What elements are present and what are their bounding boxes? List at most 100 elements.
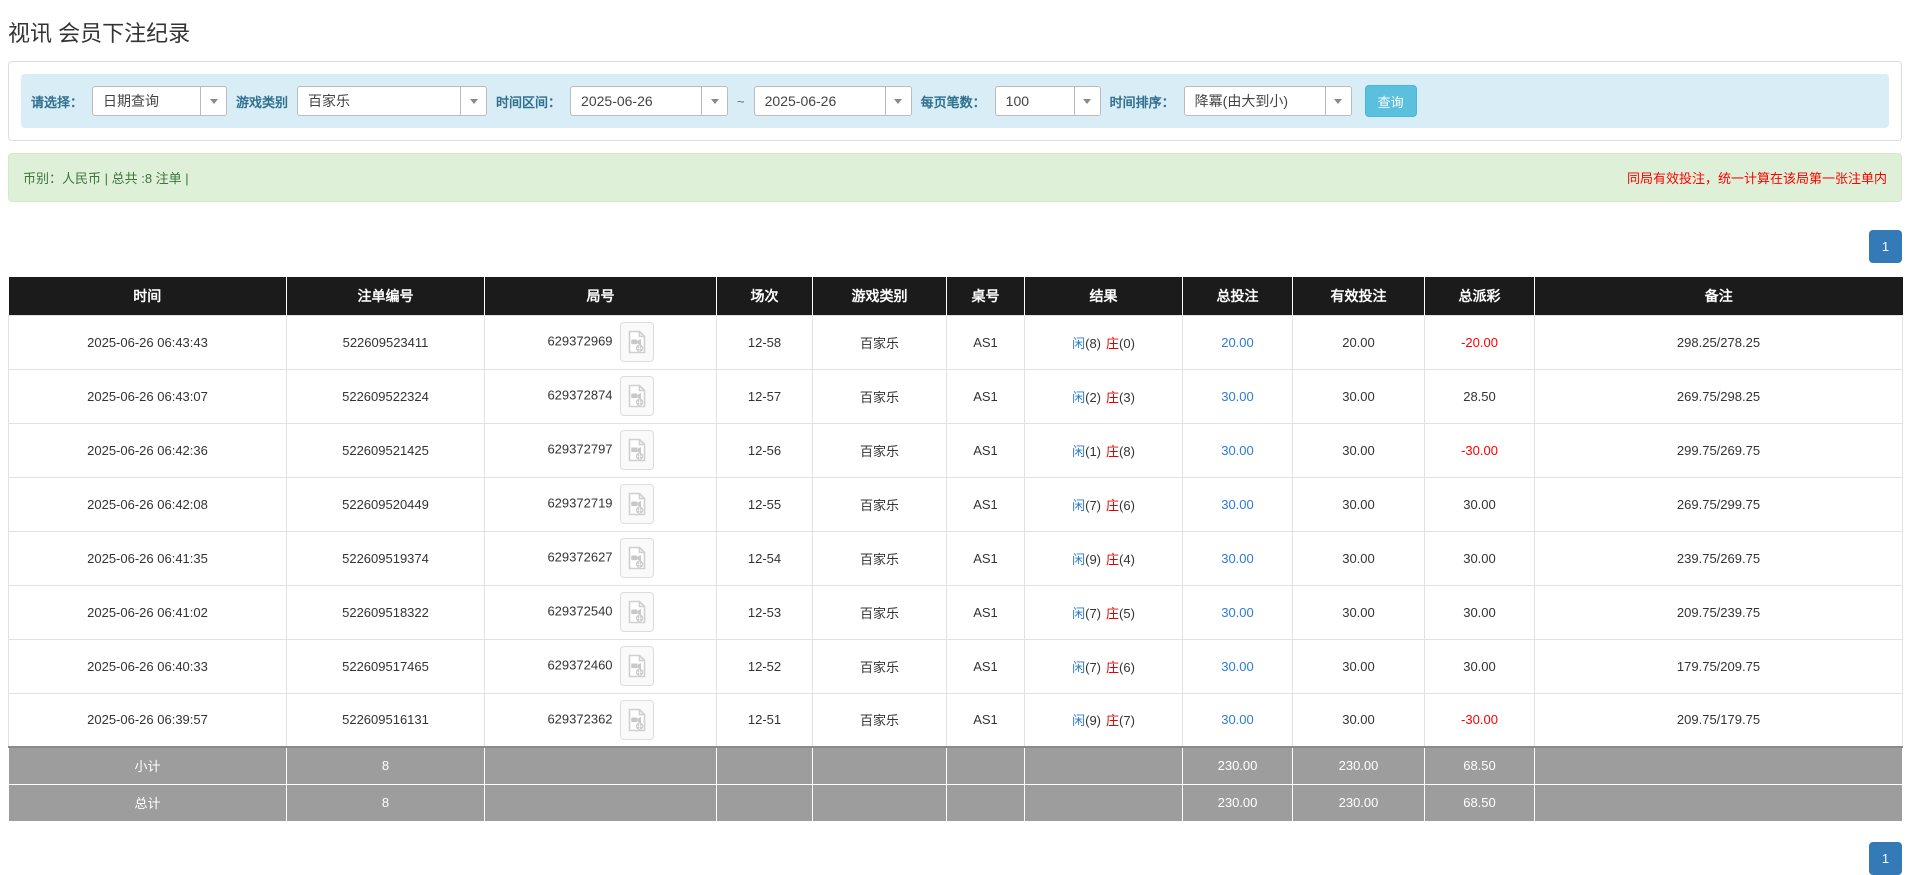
cell-round-id: 629372627: [484, 530, 717, 586]
time-sort-label: 时间排序：: [1109, 94, 1175, 110]
time-sort-select[interactable]: 降冪(由大到小): [1183, 86, 1352, 116]
cell-round-id: 629372797: [484, 422, 717, 478]
time-range-label: 时间区间：: [496, 94, 562, 110]
subtotal-valid-bet: 230.00: [1292, 746, 1425, 785]
cell-session: 12-53: [716, 584, 813, 640]
video-replay-button[interactable]: [619, 538, 654, 578]
round-id: 629372460: [547, 657, 613, 673]
pagination-top: 1: [8, 230, 1902, 263]
result-banker-label: 庄: [1106, 605, 1120, 621]
cell-payout: 30.00: [1424, 476, 1535, 532]
cell-valid-bet: 30.00: [1292, 422, 1425, 478]
total-bet-link[interactable]: 30.00: [1221, 497, 1254, 512]
cell-bet-id: 522609521425: [286, 422, 485, 478]
page: 视讯 会员下注纪录 请选择： 日期查询 游戏类别 百家乐 时间区间： 2025-…: [0, 16, 1910, 875]
cell-session: 12-54: [716, 530, 813, 586]
round-id: 629372719: [547, 495, 613, 511]
pagination-bottom: 1: [8, 841, 1902, 875]
chevron-down-icon[interactable]: [701, 87, 728, 115]
subtotal-count: 8: [286, 746, 485, 785]
filter-panel: 请选择： 日期查询 游戏类别 百家乐 时间区间： 2025-06-26 ~ 20…: [8, 61, 1902, 141]
result-banker-score: (0): [1119, 335, 1135, 351]
video-replay-button[interactable]: [619, 322, 654, 362]
cell-total-bet: 20.00: [1182, 314, 1293, 370]
cell-total-bet: 30.00: [1182, 530, 1293, 586]
video-replay-button[interactable]: [619, 699, 654, 740]
grand-total-payout: 68.50: [1424, 783, 1535, 822]
total-bet-link[interactable]: 30.00: [1221, 443, 1254, 458]
cell-time: 2025-06-26 06:41:02: [8, 584, 287, 640]
cell-result: 闲(2) 庄(3): [1024, 368, 1183, 424]
result-player-score: (9): [1085, 551, 1101, 567]
total-bet-link[interactable]: 30.00: [1221, 712, 1254, 727]
game-type-select[interactable]: 百家乐: [297, 86, 488, 116]
video-replay-button[interactable]: [619, 484, 654, 524]
round-id: 629372969: [547, 333, 613, 349]
chevron-down-icon[interactable]: [1324, 87, 1351, 115]
result-banker-label: 庄: [1106, 443, 1120, 459]
cell-remark: 269.75/299.75: [1534, 476, 1903, 532]
total-bet-link[interactable]: 30.00: [1221, 389, 1254, 404]
chevron-down-icon[interactable]: [1073, 87, 1100, 115]
cell-payout: 28.50: [1424, 368, 1535, 424]
result-banker-score: (4): [1119, 551, 1135, 567]
date-to-select[interactable]: 2025-06-26: [753, 86, 912, 116]
video-replay-button[interactable]: [619, 592, 654, 632]
video-replay-button[interactable]: [619, 646, 654, 686]
cell-time: 2025-06-26 06:43:43: [8, 314, 287, 370]
result-banker-score: (5): [1119, 605, 1135, 621]
col-time: 时间: [8, 277, 287, 315]
result-player-label: 闲: [1072, 605, 1086, 621]
table-header: 时间 注单编号 局号 场次 游戏类别 桌号 结果 总投注 有效投注 总派彩 备注: [8, 277, 1903, 315]
cell-session: 12-56: [716, 422, 813, 478]
cell-payout: 30.00: [1424, 530, 1535, 586]
page-size-select[interactable]: 100: [994, 86, 1101, 116]
result-player-label: 闲: [1072, 551, 1086, 567]
page-1-button[interactable]: 1: [1869, 230, 1902, 263]
query-type-select[interactable]: 日期查询: [92, 86, 228, 116]
video-replay-icon: [628, 438, 645, 462]
result-banker-score: (6): [1119, 497, 1135, 513]
result-banker-label: 庄: [1106, 497, 1120, 513]
cell-table-no: AS1: [946, 584, 1025, 640]
search-button[interactable]: 查询: [1364, 85, 1417, 117]
cell-result: 闲(9) 庄(7): [1024, 692, 1183, 748]
cell-game-type: 百家乐: [812, 692, 947, 748]
total-bet-link[interactable]: 30.00: [1221, 659, 1254, 674]
bet-records-table: 时间 注单编号 局号 场次 游戏类别 桌号 结果 总投注 有效投注 总派彩 备注…: [8, 277, 1903, 822]
total-bet-link[interactable]: 30.00: [1221, 605, 1254, 620]
table-row: 2025-06-26 06:41:35 522609519374 6293726…: [8, 530, 1903, 586]
video-replay-button[interactable]: [619, 376, 654, 416]
total-bet-link[interactable]: 30.00: [1221, 551, 1254, 566]
result-player-label: 闲: [1072, 335, 1086, 351]
cell-table-no: AS1: [946, 692, 1025, 748]
cell-valid-bet: 30.00: [1292, 368, 1425, 424]
result-player-label: 闲: [1072, 659, 1086, 675]
cell-valid-bet: 30.00: [1292, 692, 1425, 748]
chevron-down-icon[interactable]: [460, 87, 487, 115]
table-row: 2025-06-26 06:43:07 522609522324 6293728…: [8, 368, 1903, 424]
cell-remark: 299.75/269.75: [1534, 422, 1903, 478]
chevron-down-icon[interactable]: [200, 87, 227, 115]
table-row: 2025-06-26 06:42:36 522609521425 6293727…: [8, 422, 1903, 478]
date-from-select[interactable]: 2025-06-26: [570, 86, 729, 116]
cell-game-type: 百家乐: [812, 584, 947, 640]
chevron-down-icon[interactable]: [884, 87, 911, 115]
page-size-label: 每页笔数：: [920, 94, 986, 110]
result-player-score: (7): [1085, 605, 1101, 621]
summary-totals: 币别：人民币 | 总共 :8 注单 |: [23, 171, 189, 186]
result-banker-label: 庄: [1106, 659, 1120, 675]
page-title: 视讯 会员下注纪录: [8, 21, 191, 46]
cell-payout: -30.00: [1424, 422, 1535, 478]
result-player-score: (7): [1085, 497, 1101, 513]
page-1-button[interactable]: 1: [1869, 841, 1902, 875]
cell-time: 2025-06-26 06:40:33: [8, 638, 287, 694]
table-footer: 小计 8 230.00 230.00 68.50 总计 8 230.00 230…: [8, 746, 1903, 822]
table-row: 2025-06-26 06:39:57 522609516131 6293723…: [8, 692, 1903, 748]
cell-remark: 269.75/298.25: [1534, 368, 1903, 424]
cell-time: 2025-06-26 06:43:07: [8, 368, 287, 424]
video-replay-button[interactable]: [619, 430, 654, 470]
total-bet-link[interactable]: 20.00: [1221, 335, 1254, 350]
video-replay-icon: [628, 384, 645, 408]
subtotal-total-bet: 230.00: [1182, 746, 1293, 785]
